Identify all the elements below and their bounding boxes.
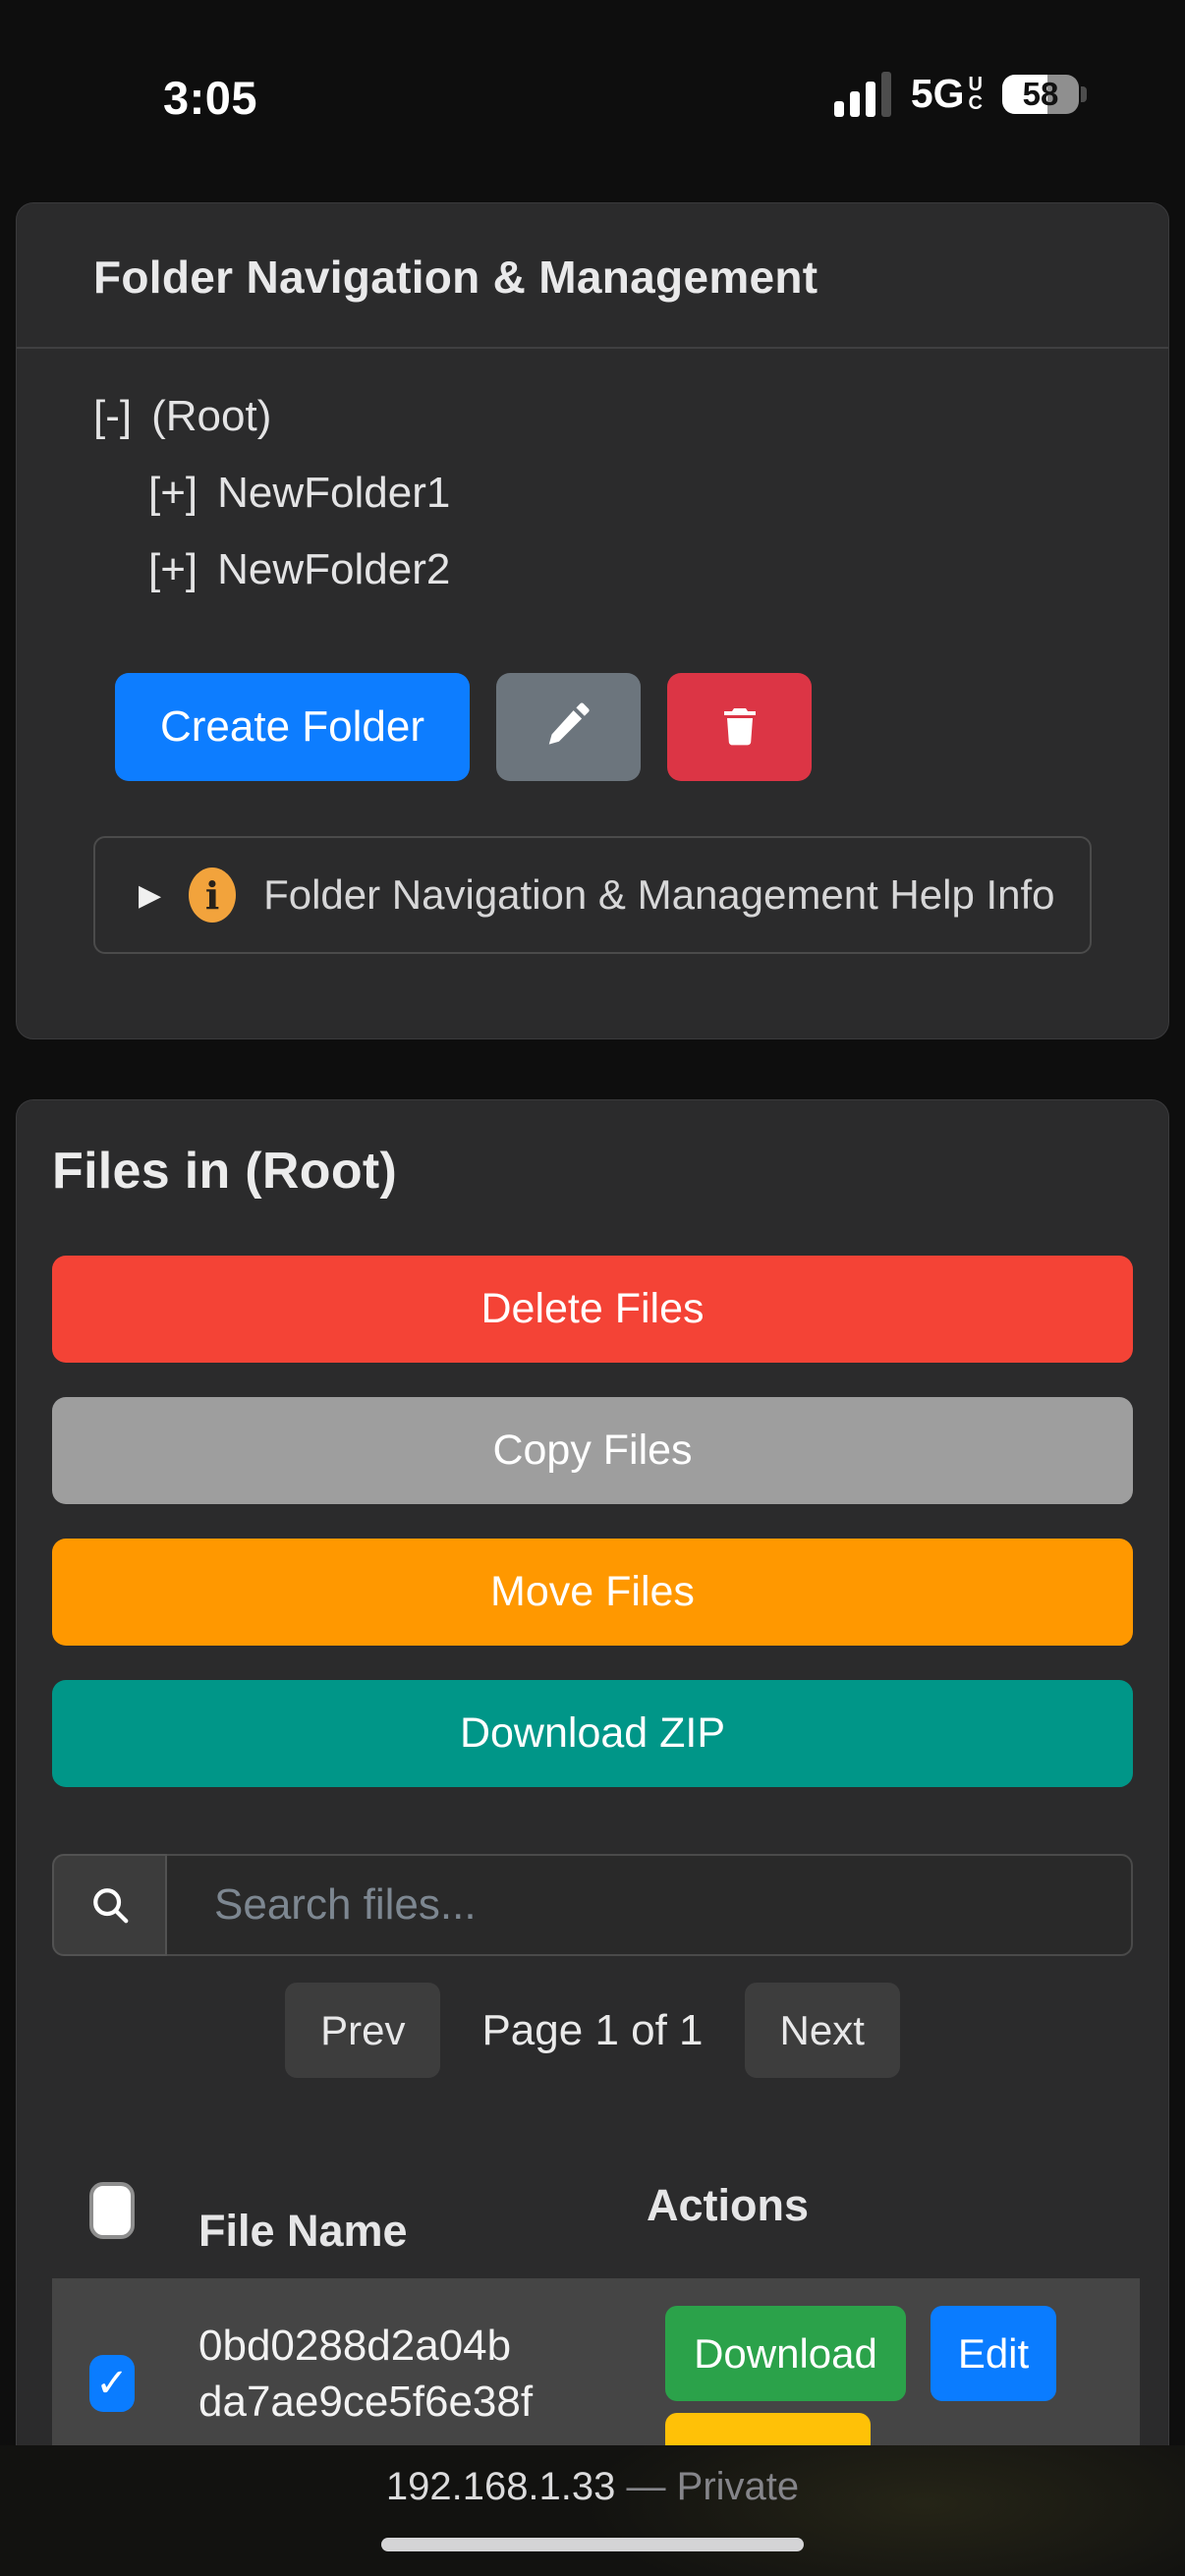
column-header-file-name: File Name xyxy=(198,2206,408,2257)
disclosure-triangle-icon: ▶ xyxy=(139,878,161,913)
info-icon: i xyxy=(189,868,236,923)
delete-folder-button[interactable] xyxy=(667,673,812,781)
move-files-button[interactable]: Move Files xyxy=(52,1539,1133,1646)
prev-page-button[interactable]: Prev xyxy=(285,1983,440,2078)
battery-icon: 58 xyxy=(1002,75,1079,114)
folder-management-card: Folder Navigation & Management [-] (Root… xyxy=(16,202,1169,1039)
create-folder-button[interactable]: Create Folder xyxy=(115,673,470,781)
folder-card-body: [-] (Root) [+] NewFolder1 [+] NewFolder2… xyxy=(17,349,1168,954)
row-checkbox-checked[interactable]: ✓ xyxy=(89,2355,135,2412)
help-summary-label: Folder Navigation & Management Help Info xyxy=(263,871,1054,919)
network-indicator: 5G U C xyxy=(911,71,983,117)
battery-cap xyxy=(1081,86,1087,102)
address-bar[interactable]: 192.168.1.33 — Private xyxy=(0,2465,1185,2509)
site-address[interactable]: 192.168.1.33 xyxy=(386,2465,616,2508)
search-input[interactable] xyxy=(167,1854,1133,1956)
tree-item-newfolder2[interactable]: [+] NewFolder2 xyxy=(93,532,1092,608)
files-card-title: Files in (Root) xyxy=(52,1142,1133,1201)
network-badge: U C xyxy=(969,76,983,113)
address-separator: — xyxy=(627,2465,666,2508)
edit-file-button[interactable]: Edit xyxy=(931,2306,1056,2401)
tree-item-root[interactable]: [-] (Root) xyxy=(93,378,1092,455)
home-indicator[interactable] xyxy=(381,2538,804,2551)
status-icons: 5G U C 58 xyxy=(834,71,1087,117)
download-file-button[interactable]: Download xyxy=(665,2306,906,2401)
search-icon xyxy=(52,1854,167,1956)
tree-item-label[interactable]: (Root) xyxy=(151,392,271,441)
delete-files-button[interactable]: Delete Files xyxy=(52,1256,1133,1363)
cellular-signal-icon xyxy=(834,72,891,117)
page-status-label: Page 1 of 1 xyxy=(481,2006,703,2055)
files-card: Files in (Root) Delete Files Copy Files … xyxy=(16,1099,1169,2576)
network-type-label: 5G xyxy=(911,71,965,117)
folder-action-buttons: Create Folder xyxy=(115,673,1092,781)
folder-tree: [-] (Root) [+] NewFolder1 [+] NewFolder2 xyxy=(93,378,1092,608)
expand-toggle-icon[interactable]: [+] xyxy=(148,469,198,518)
browser-bottom-bar: 192.168.1.33 — Private xyxy=(0,2445,1185,2576)
battery-indicator: 58 xyxy=(1002,75,1087,114)
tree-item-newfolder1[interactable]: [+] NewFolder1 xyxy=(93,455,1092,532)
checkmark-icon: ✓ xyxy=(95,2361,129,2406)
tree-item-label[interactable]: NewFolder2 xyxy=(217,545,450,594)
column-header-actions: Actions xyxy=(647,2180,809,2231)
clock: 3:05 xyxy=(163,71,257,125)
privacy-label: Private xyxy=(677,2465,800,2508)
file-search xyxy=(52,1854,1133,1956)
collapse-toggle-icon[interactable]: [-] xyxy=(93,392,132,441)
folder-card-header: Folder Navigation & Management xyxy=(17,203,1168,349)
file-table-header: File Name Actions xyxy=(52,2164,1133,2278)
file-name: 0bd0288d2a04b da7ae9ce5f6e38f xyxy=(198,2318,533,2430)
status-bar: 3:05 5G U C 58 xyxy=(0,0,1185,128)
iphone-screen: 3:05 5G U C 58 Folder Na xyxy=(0,0,1185,2576)
select-all-checkbox[interactable] xyxy=(89,2182,135,2239)
pagination: Prev Page 1 of 1 Next xyxy=(52,1983,1133,2078)
next-page-button[interactable]: Next xyxy=(745,1983,900,2078)
copy-files-button[interactable]: Copy Files xyxy=(52,1397,1133,1504)
help-info-disclosure[interactable]: ▶ i Folder Navigation & Management Help … xyxy=(93,836,1092,954)
expand-toggle-icon[interactable]: [+] xyxy=(148,545,198,594)
folder-card-title: Folder Navigation & Management xyxy=(93,251,1092,304)
trash-icon xyxy=(716,702,763,753)
rename-folder-button[interactable] xyxy=(496,673,641,781)
pencil-icon xyxy=(542,700,595,756)
battery-percent: 58 xyxy=(1002,75,1079,114)
download-zip-button[interactable]: Download ZIP xyxy=(52,1680,1133,1787)
tree-item-label[interactable]: NewFolder1 xyxy=(217,469,450,518)
